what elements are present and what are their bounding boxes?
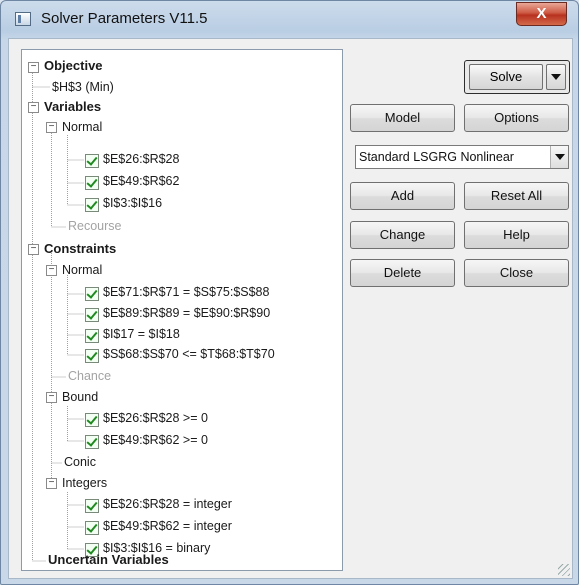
constraints-node[interactable]: Constraints [44, 239, 116, 259]
constraint-item-3[interactable]: $I$17 = $I$18 [103, 324, 180, 344]
collapse-constraints-normal-icon[interactable]: − [46, 265, 57, 276]
variables-node[interactable]: Variables [44, 97, 101, 117]
collapse-integers-icon[interactable]: − [46, 478, 57, 489]
constraints-bound-node[interactable]: Bound [62, 387, 98, 407]
resize-grip-icon[interactable] [558, 564, 570, 576]
collapse-constraints-icon[interactable]: − [28, 244, 39, 255]
dialog-body: − Objective $H$3 (Min) − Variables − Nor… [8, 38, 573, 579]
close-button[interactable]: Close [464, 259, 569, 287]
solve-split-button: Solve [464, 60, 570, 94]
variables-recourse-node[interactable]: Recourse [68, 216, 122, 236]
bound-checkbox-1[interactable] [85, 413, 99, 427]
bound-item-2[interactable]: $E$49:$R$62 >= 0 [103, 430, 208, 450]
integer-checkbox-1[interactable] [85, 499, 99, 513]
variable-item-2[interactable]: $E$49:$R$62 [103, 171, 179, 191]
constraints-chance-node[interactable]: Chance [68, 366, 111, 386]
solve-button[interactable]: Solve [469, 64, 543, 90]
collapse-variables-normal-icon[interactable]: − [46, 122, 57, 133]
chevron-down-icon[interactable] [550, 146, 568, 168]
variable-checkbox-1[interactable] [85, 154, 99, 168]
solving-engine-value: Standard LSGRG Nonlinear [359, 150, 514, 164]
constraints-integers-node[interactable]: Integers [62, 473, 107, 493]
variables-normal-node[interactable]: Normal [62, 117, 102, 137]
constraints-normal-node[interactable]: Normal [62, 260, 102, 280]
objective-cell[interactable]: $H$3 (Min) [52, 77, 114, 97]
options-button[interactable]: Options [464, 104, 569, 132]
window-title: Solver Parameters V11.5 [41, 10, 208, 27]
solve-dropdown-arrow-icon[interactable] [546, 64, 566, 90]
constraint-item-4[interactable]: $S$68:$S$70 <= $T$68:$T$70 [103, 344, 275, 364]
variable-item-1[interactable]: $E$26:$R$28 [103, 149, 179, 169]
title-bar: Solver Parameters V11.5 X [1, 1, 578, 37]
constraint-item-1[interactable]: $E$71:$R$71 = $S$75:$S$88 [103, 282, 269, 302]
constraint-checkbox-3[interactable] [85, 329, 99, 343]
delete-button[interactable]: Delete [350, 259, 455, 287]
constraint-checkbox-1[interactable] [85, 287, 99, 301]
constraint-checkbox-2[interactable] [85, 308, 99, 322]
reset-all-button[interactable]: Reset All [464, 182, 569, 210]
variable-checkbox-3[interactable] [85, 198, 99, 212]
solver-parameters-dialog: Solver Parameters V11.5 X − Objective $H… [0, 0, 579, 585]
variable-checkbox-2[interactable] [85, 176, 99, 190]
bound-item-1[interactable]: $E$26:$R$28 >= 0 [103, 408, 208, 428]
constraints-conic-node[interactable]: Conic [64, 452, 96, 472]
collapse-variables-icon[interactable]: − [28, 102, 39, 113]
collapse-objective-icon[interactable]: − [28, 62, 39, 73]
uncertain-variables-node[interactable]: Uncertain Variables [48, 550, 169, 570]
add-button[interactable]: Add [350, 182, 455, 210]
constraint-checkbox-4[interactable] [85, 349, 99, 363]
collapse-bound-icon[interactable]: − [46, 392, 57, 403]
help-button[interactable]: Help [464, 221, 569, 249]
model-button[interactable]: Model [350, 104, 455, 132]
app-icon [15, 12, 31, 26]
constraint-item-2[interactable]: $E$89:$R$89 = $E$90:$R$90 [103, 303, 270, 323]
close-window-button[interactable]: X [516, 2, 567, 26]
integer-checkbox-2[interactable] [85, 521, 99, 535]
variable-item-3[interactable]: $I$3:$I$16 [103, 193, 162, 213]
bound-checkbox-2[interactable] [85, 435, 99, 449]
change-button[interactable]: Change [350, 221, 455, 249]
model-tree[interactable]: − Objective $H$3 (Min) − Variables − Nor… [21, 49, 343, 571]
objective-node[interactable]: Objective [44, 56, 103, 76]
integer-item-1[interactable]: $E$26:$R$28 = integer [103, 494, 232, 514]
integer-item-2[interactable]: $E$49:$R$62 = integer [103, 516, 232, 536]
solving-engine-select[interactable]: Standard LSGRG Nonlinear [355, 145, 569, 169]
